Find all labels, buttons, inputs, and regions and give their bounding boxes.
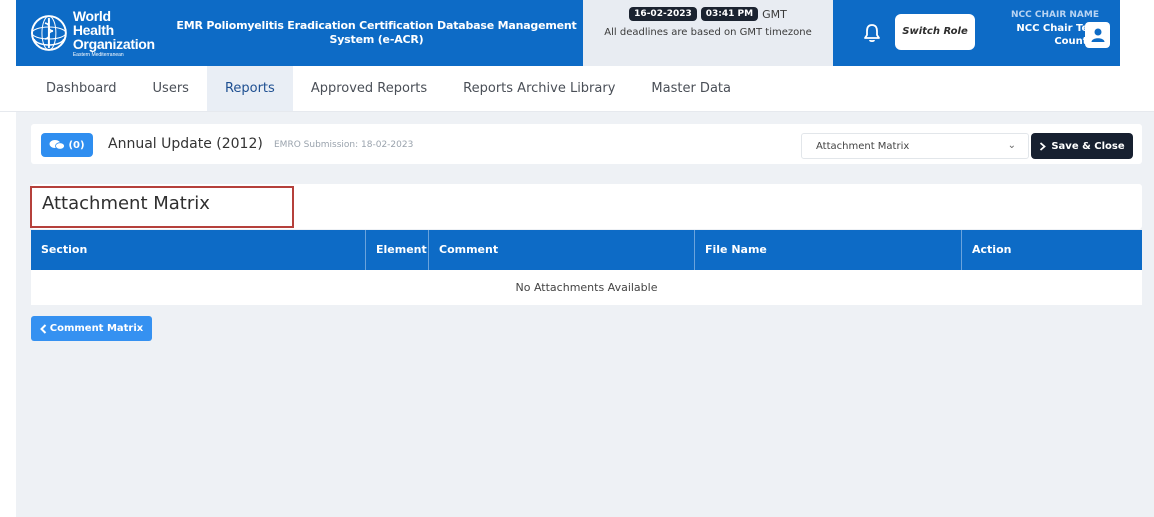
column-header-action: Action	[961, 230, 1142, 270]
report-title: Annual Update (2012)	[108, 136, 263, 152]
current-date: 16-02-2023	[629, 7, 697, 21]
column-header-section: Section	[41, 243, 88, 256]
nav-approved-reports[interactable]: Approved Reports	[293, 66, 445, 111]
current-time: 03:41 PM	[700, 7, 759, 21]
who-logo[interactable]: World Health Organization Eastern Medite…	[29, 9, 155, 58]
header-brand-bar: World Health Organization Eastern Medite…	[16, 0, 583, 66]
org-name-line2: Organization	[72, 35, 155, 52]
avatar[interactable]	[1085, 22, 1110, 48]
matrix-view-selected: Attachment Matrix	[816, 141, 910, 152]
datetime-panel: 16-02-2023 03:41 PM GMT All deadlines ar…	[583, 0, 833, 66]
nav-reports-archive-library[interactable]: Reports Archive Library	[445, 66, 633, 111]
app-title: EMR Poliomyelitis Eradication Certificat…	[176, 18, 577, 46]
save-and-close-label: Save & Close	[1051, 140, 1125, 152]
submission-date: EMRO Submission: 18-02-2023	[274, 140, 414, 150]
comment-count: (0)	[68, 139, 85, 151]
deadline-note: All deadlines are based on GMT timezone	[604, 27, 812, 38]
timezone-label: GMT	[762, 7, 787, 21]
user-role-heading: NCC CHAIR NAME	[1011, 10, 1099, 20]
user-name: NCC Chair Test	[1016, 22, 1099, 34]
section-title: Attachment Matrix	[30, 186, 294, 228]
switch-role-button[interactable]: Switch Role	[895, 14, 975, 50]
column-header-file-name: File Name	[694, 230, 961, 270]
bell-icon[interactable]	[863, 23, 881, 43]
nav-reports[interactable]: Reports	[206, 66, 293, 111]
save-and-close-button[interactable]: Save & Close	[1031, 133, 1133, 159]
user-icon	[1091, 28, 1104, 42]
user-info: NCC CHAIR NAME NCC Chair Test Country	[983, 10, 1099, 48]
nav-dashboard[interactable]: Dashboard	[28, 66, 135, 111]
comment-matrix-button[interactable]: Comment Matrix	[31, 316, 152, 341]
nav-master-data[interactable]: Master Data	[633, 66, 749, 111]
chevron-left-icon	[39, 323, 46, 334]
user-country: Country	[1054, 35, 1099, 47]
attachment-table: Section Element Comment File Name Action…	[31, 230, 1142, 305]
matrix-view-select[interactable]: Attachment Matrix ⌄	[801, 133, 1029, 159]
content-area: (0) Annual Update (2012) EMRO Submission…	[16, 112, 1154, 517]
chevron-down-icon: ⌄	[1007, 140, 1016, 151]
chevron-right-icon	[1040, 141, 1047, 151]
report-toolbar: (0) Annual Update (2012) EMRO Submission…	[31, 124, 1142, 164]
empty-state-row: No Attachments Available	[31, 270, 1142, 305]
main-nav: Dashboard Users Reports Approved Reports…	[0, 66, 1154, 112]
column-header-element: Element	[365, 230, 428, 270]
comments-button[interactable]: (0)	[41, 133, 93, 157]
org-name-line1: World Health	[72, 7, 114, 38]
who-emblem-icon	[30, 15, 67, 51]
page: World Health Organization Eastern Medite…	[0, 0, 1154, 517]
table-header: Section Element Comment File Name Action	[31, 230, 1142, 270]
attachment-panel: Attachment Matrix	[30, 184, 1142, 229]
nav-users[interactable]: Users	[135, 66, 207, 111]
org-region: Eastern Mediterranean	[72, 51, 124, 58]
comments-icon	[49, 140, 66, 150]
comment-matrix-label: Comment Matrix	[49, 323, 144, 334]
column-header-comment: Comment	[428, 230, 694, 270]
header-user-bar: Switch Role NCC CHAIR NAME NCC Chair Tes…	[833, 0, 1120, 66]
header: World Health Organization Eastern Medite…	[0, 0, 1154, 75]
